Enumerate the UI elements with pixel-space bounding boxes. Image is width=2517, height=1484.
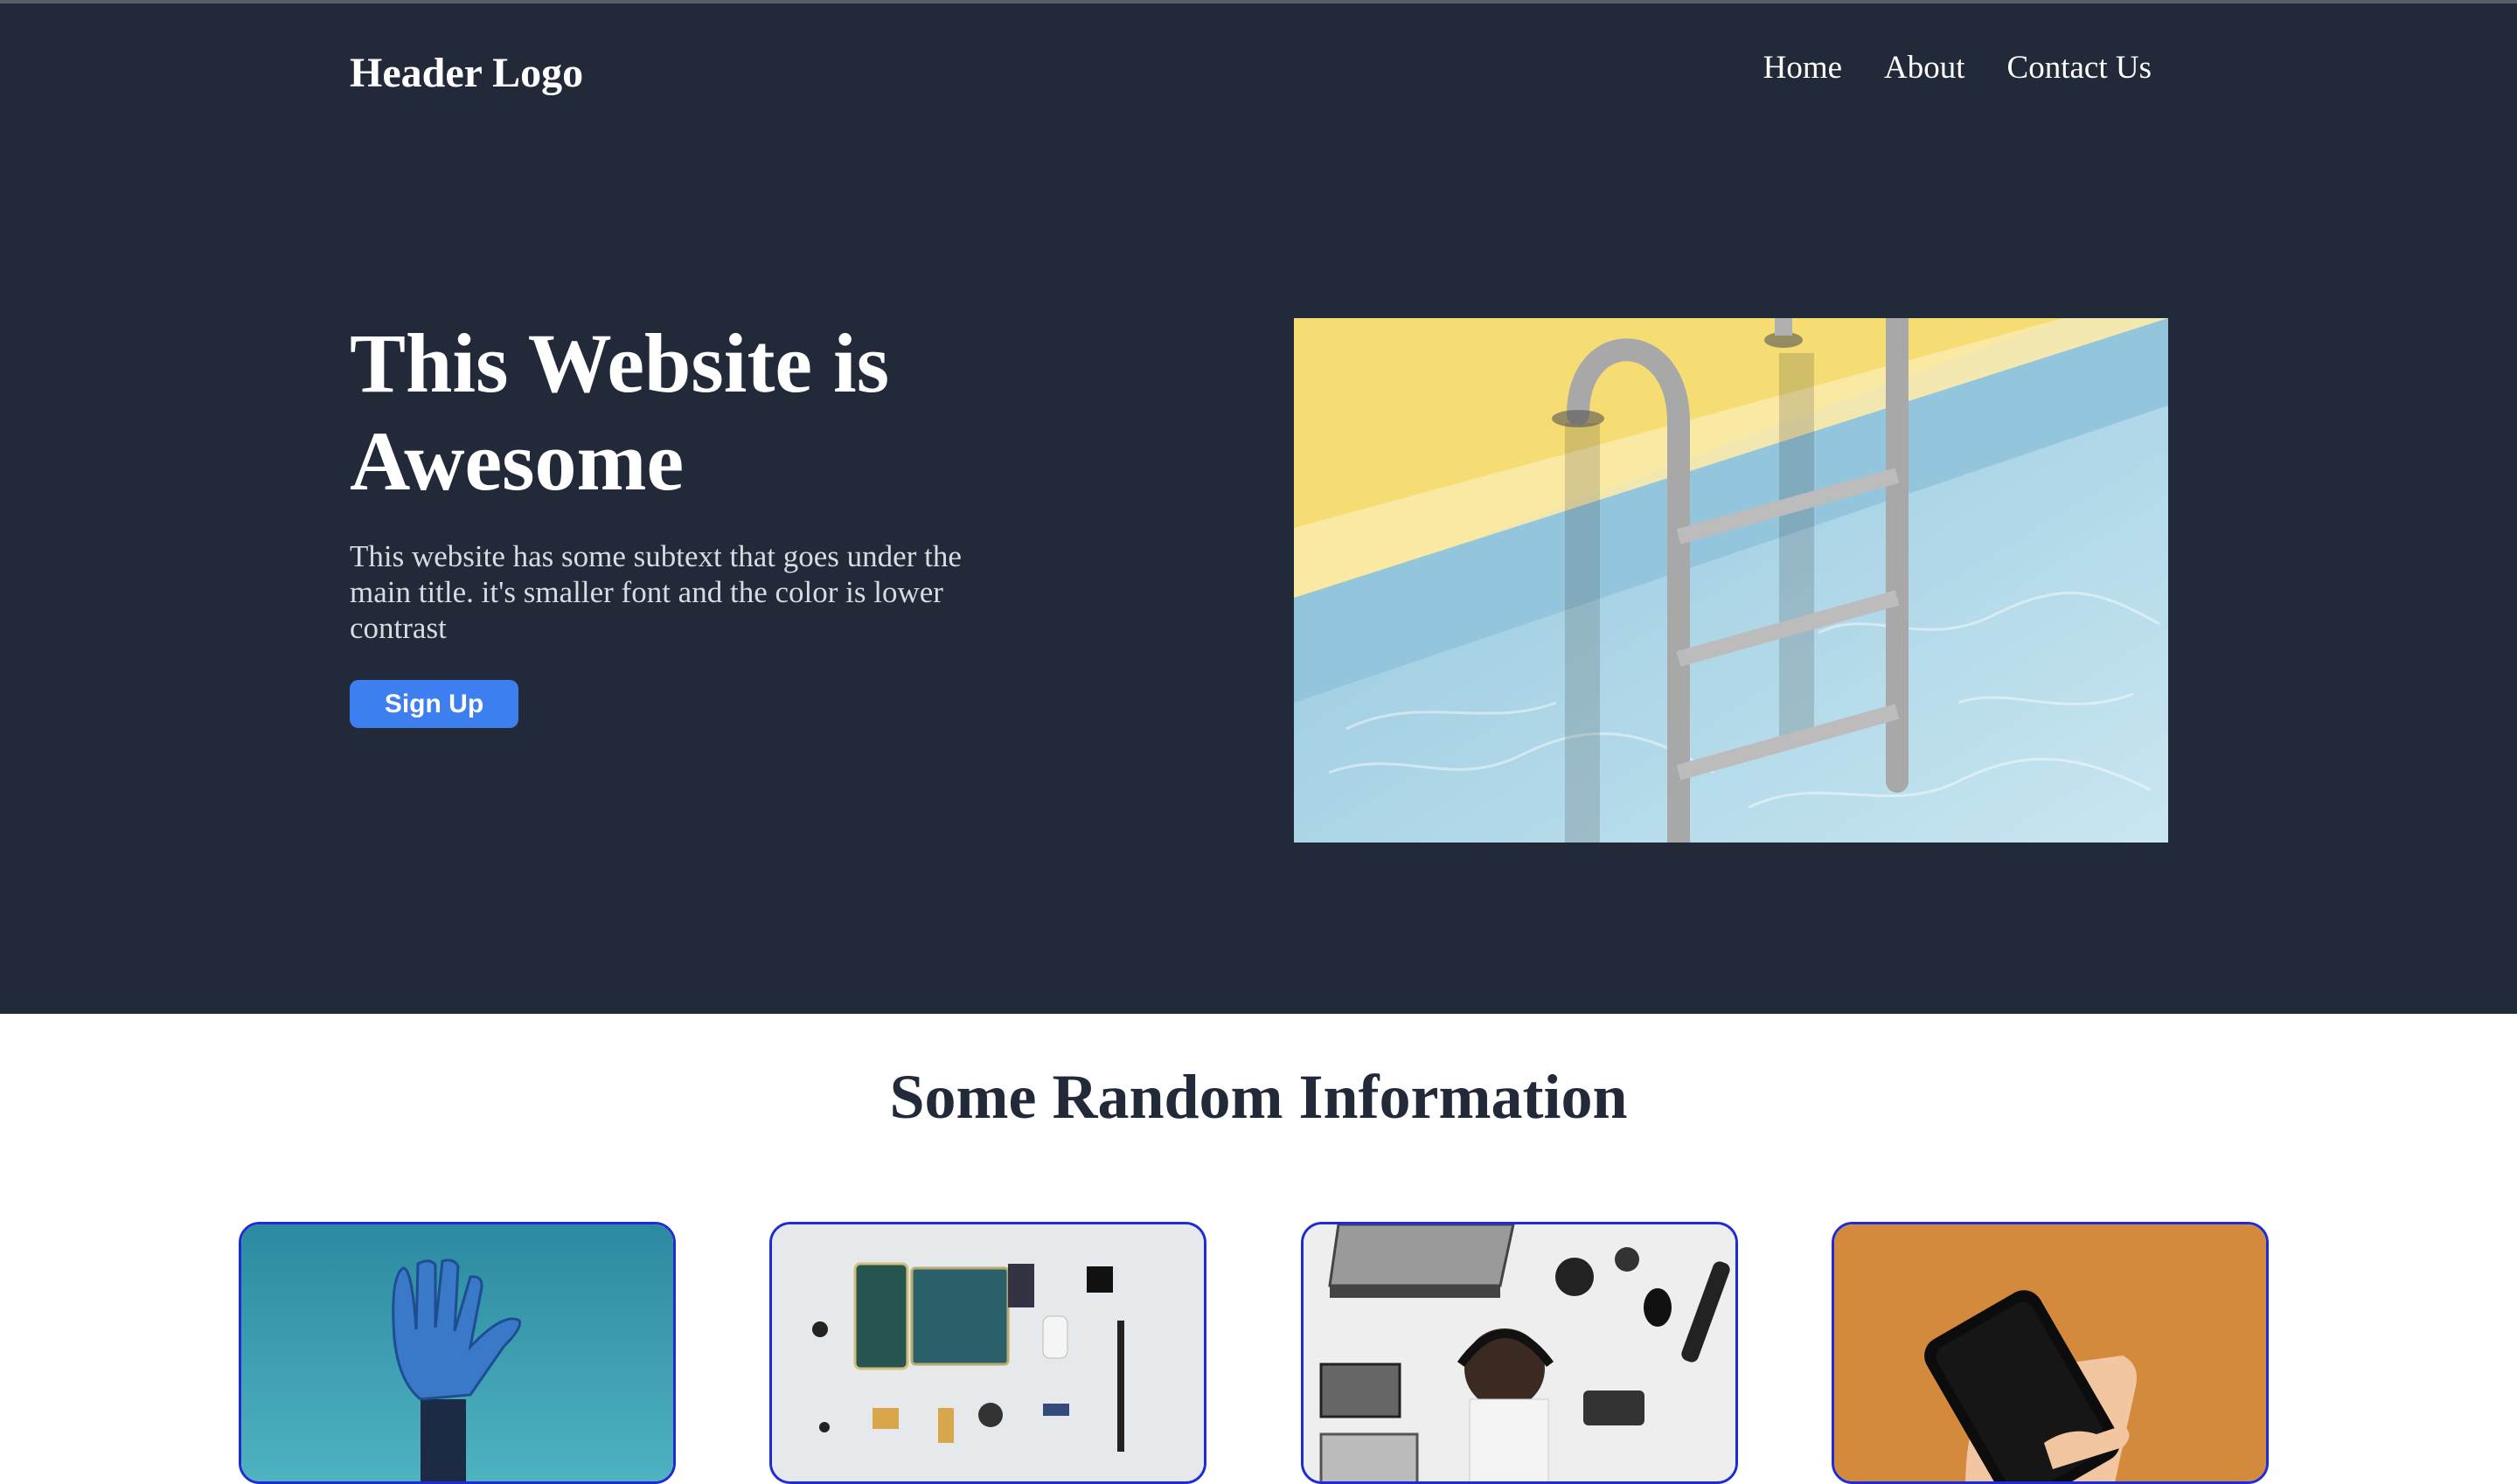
- nav-link-contact-us[interactable]: Contact Us: [2007, 47, 2152, 89]
- desk-with-gadgets-photo: [1304, 1224, 1735, 1481]
- phone-components-photo: [772, 1224, 1204, 1481]
- nav-link-home[interactable]: Home: [1763, 47, 1842, 89]
- info-card-robot-hand[interactable]: [239, 1222, 676, 1484]
- hand-holding-phone-photo: [1834, 1224, 2266, 1481]
- info-card-hand-phone[interactable]: [1832, 1222, 2269, 1484]
- hero-section: Header Logo Home About Contact Us This W…: [0, 3, 2517, 1014]
- sign-up-button[interactable]: Sign Up: [350, 680, 518, 728]
- info-card-desk-gadgets[interactable]: [1301, 1222, 1738, 1484]
- nav-link-about[interactable]: About: [1884, 47, 1965, 89]
- hero-subtitle: This website has some subtext that goes …: [350, 539, 962, 645]
- header-logo[interactable]: Header Logo: [350, 49, 583, 98]
- pool-ladder-illustration: [1294, 318, 2168, 843]
- robot-hand-photo: [241, 1224, 673, 1481]
- main-nav: Home About Contact Us: [1763, 47, 2152, 89]
- hero-title: This Website is Awesome: [350, 316, 890, 508]
- info-card-phone-components[interactable]: [769, 1222, 1206, 1484]
- hero-image: [1294, 318, 2168, 843]
- section-title: Some Random Information: [889, 1062, 1628, 1132]
